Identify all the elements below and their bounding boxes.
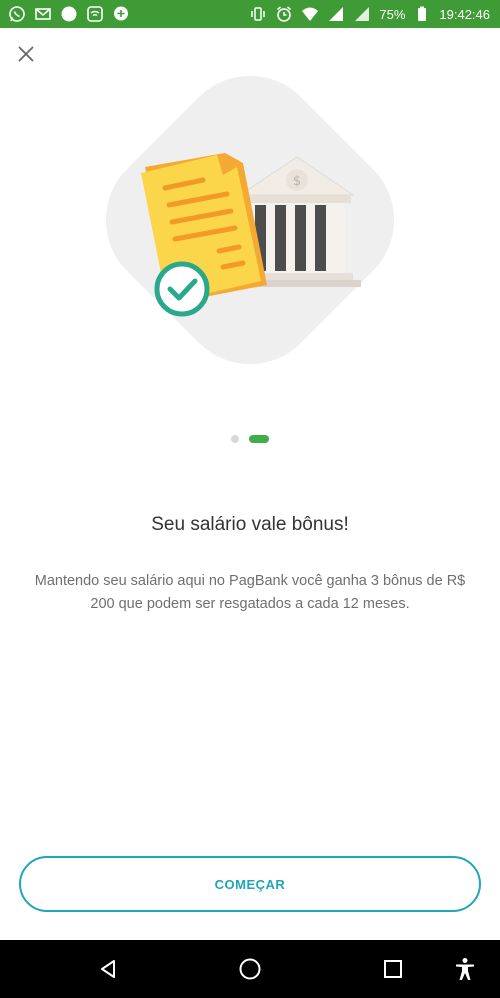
page-dot — [231, 435, 239, 443]
recents-icon — [384, 960, 402, 978]
page-indicator — [0, 433, 500, 445]
close-button[interactable] — [12, 40, 40, 68]
vibrate-icon — [249, 5, 267, 23]
navigation-bar — [0, 940, 500, 998]
battery-percentage: 75% — [379, 6, 406, 22]
status-bar-right: 75% 19:42:46 — [249, 5, 490, 23]
alarm-icon — [275, 5, 293, 23]
back-button[interactable] — [93, 954, 123, 984]
onboarding-illustration: $ — [75, 45, 425, 395]
status-bar-left — [8, 5, 130, 23]
onboarding-title: Seu salário vale bônus! — [151, 514, 349, 535]
wifi-box-icon — [86, 5, 104, 23]
accessibility-icon — [456, 958, 474, 980]
page-dot-active — [249, 435, 269, 443]
recents-button[interactable] — [378, 954, 408, 984]
start-button[interactable]: COMEÇAR — [19, 856, 481, 912]
back-icon — [101, 960, 115, 978]
circle-icon — [60, 5, 78, 23]
onboarding-description: Mantendo seu salário aqui no PagBank voc… — [34, 573, 466, 612]
signal-icon — [353, 5, 371, 23]
signal-icon — [327, 5, 345, 23]
home-icon — [239, 958, 261, 980]
chat-icon — [112, 5, 130, 23]
whatsapp-icon — [8, 5, 26, 23]
status-bar: 75% 19:42:46 — [0, 0, 500, 28]
svg-text:$: $ — [293, 174, 301, 189]
home-button[interactable] — [235, 954, 265, 984]
check-badge-icon — [154, 261, 210, 317]
status-time: 19:42:46 — [439, 6, 490, 22]
gmail-icon — [34, 5, 52, 23]
close-icon — [18, 46, 34, 62]
wifi-icon — [301, 5, 319, 23]
battery-icon — [413, 5, 431, 23]
accessibility-button[interactable] — [450, 954, 480, 984]
